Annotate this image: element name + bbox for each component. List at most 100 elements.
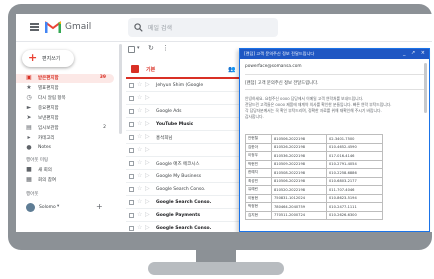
important-icon[interactable]: ▷ (145, 224, 150, 231)
popup-scrollbar[interactable] (424, 63, 427, 113)
important-icon[interactable]: ▷ (145, 120, 150, 127)
select-all-checkbox[interactable] (128, 46, 135, 53)
mail-row[interactable]: ☆ ▷ Google Search Conso. (126, 184, 251, 196)
important-icon[interactable]: ▷ (145, 211, 150, 218)
sidebar-scrollbar[interactable] (119, 44, 122, 134)
list-toolbar: ▾ ↻ ⋮ (128, 44, 248, 56)
mail-row[interactable]: ☆ ▷ Google Search Conso. (126, 223, 251, 232)
refresh-icon[interactable]: ↻ (148, 44, 154, 52)
mail-row[interactable]: ☆ ▷ Google Payments (126, 210, 251, 222)
mail-sender: Jehyun Shim (Google (156, 83, 204, 88)
table-row: 박정현 780464-2040759 010-2477-1111 (245, 202, 383, 212)
important-icon[interactable]: ▷ (145, 94, 150, 101)
row-checkbox[interactable] (129, 122, 134, 127)
mail-row[interactable]: ☆ ▷ (126, 93, 251, 105)
star-icon[interactable]: ☆ (137, 146, 142, 153)
important-icon[interactable]: ▷ (145, 81, 150, 88)
gmail-logo-icon[interactable] (45, 21, 61, 33)
more-vert-icon[interactable]: ⋮ (162, 44, 169, 52)
chevron-down-icon[interactable]: ▾ (137, 45, 140, 51)
star-icon[interactable]: ☆ (137, 185, 142, 192)
star-icon[interactable]: ☆ (137, 120, 142, 127)
star-icon[interactable]: ☆ (137, 159, 142, 166)
sidebar-item-label: 카테고리 (38, 136, 55, 141)
video-icon: ■ (26, 166, 32, 173)
popup-subject: [랜덤] 고객 문의주신 정보 전달드립니다. (245, 81, 319, 86)
mail-row[interactable]: ☆ ▷ Google 애즈 에코시스 (126, 158, 251, 170)
important-icon[interactable]: ▷ (145, 133, 150, 140)
important-icon[interactable]: ▷ (145, 198, 150, 205)
star-icon[interactable]: ☆ (137, 172, 142, 179)
table-cell: 011-707-4046 (326, 185, 383, 195)
star-icon[interactable]: ☆ (137, 211, 142, 218)
search-placeholder: 메일 검색 (148, 25, 172, 32)
row-checkbox[interactable] (129, 148, 134, 153)
sidebar-item-label: 보낸편지함 (38, 116, 59, 121)
star-icon[interactable]: ☆ (137, 198, 142, 205)
search-icon[interactable] (134, 23, 143, 32)
menu-icon[interactable] (30, 23, 39, 31)
email-popup-window[interactable]: [랜덤] 고객 문의주신 정보 전달드립니다 _ ↗ × powerface@s… (239, 48, 430, 232)
important-icon: ► (26, 104, 32, 111)
mail-row[interactable]: ☆ ▷ YouTube Music (126, 119, 251, 131)
chevron-down-icon[interactable]: ▾ (57, 204, 59, 209)
row-checkbox[interactable] (129, 161, 134, 166)
row-checkbox[interactable] (129, 187, 134, 192)
important-icon[interactable]: ▷ (145, 107, 150, 114)
star-icon[interactable]: ☆ (137, 81, 142, 88)
compose-plus-icon: + (28, 51, 38, 64)
row-checkbox[interactable] (129, 135, 134, 140)
add-contact-icon[interactable]: + (96, 202, 103, 211)
star-icon[interactable]: ☆ (137, 224, 142, 231)
mail-row[interactable]: ☆ ▷ Google Search Conso. (126, 197, 251, 209)
sidebar-item-drafts[interactable]: ▤ 임시보관함 2 (16, 124, 114, 133)
sidebar-item-label: 다시 알림 항목 (38, 96, 66, 101)
sidebar-item-starred[interactable]: ★ 별표편지함 (16, 84, 114, 93)
mail-sender: Google Payments (156, 213, 201, 218)
sidebar-item-label: 중요편지함 (38, 106, 59, 111)
important-icon[interactable]: ▷ (145, 185, 150, 192)
sidebar-item-categories[interactable]: ▸ 카테고리 (16, 134, 114, 143)
sidebar-item-sent[interactable]: ➤ 보낸편지함 (16, 114, 114, 123)
mail-sender: YouTube Music (156, 122, 194, 127)
important-icon[interactable]: ▷ (145, 159, 150, 166)
search-input[interactable]: 메일 검색 (128, 18, 278, 37)
row-checkbox[interactable] (129, 96, 134, 101)
row-checkbox[interactable] (129, 226, 134, 231)
mail-row[interactable]: ☆ ▷ 홍석희님 (126, 132, 251, 144)
sidebar-item-snoozed[interactable]: ◷ 다시 알림 항목 (16, 94, 114, 103)
compose-button[interactable]: + 편지쓰기 (22, 50, 74, 67)
gmail-screen: Gmail 메일 검색 + 편지쓰기 ▣ 받은편지함 39 ★ 별표편지함 ◷ (16, 14, 432, 232)
star-icon[interactable]: ☆ (137, 107, 142, 114)
mail-row[interactable]: ☆ ▷ (126, 145, 251, 157)
window-controls-icon[interactable]: _ ↗ × (403, 50, 427, 56)
mail-row[interactable]: ☆ ▷ Google Ads (126, 106, 251, 118)
sidebar-item-important[interactable]: ► 중요편지함 (16, 104, 114, 113)
important-icon[interactable]: ▷ (145, 146, 150, 153)
hangouts-account[interactable]: Solomo ▾ + (26, 202, 111, 214)
sidebar-item-inbox[interactable]: ▣ 받은편지함 39 (16, 74, 114, 83)
popup-titlebar[interactable]: [랜덤] 고객 문의주신 정보 전달드립니다 _ ↗ × (240, 49, 429, 59)
star-icon[interactable]: ☆ (137, 133, 142, 140)
star-icon[interactable]: ☆ (137, 94, 142, 101)
people-icon[interactable]: 👥 (228, 66, 235, 73)
row-checkbox[interactable] (129, 174, 134, 179)
row-checkbox[interactable] (129, 213, 134, 218)
table-cell: 810526-2022198 (271, 142, 327, 152)
tab-primary[interactable]: 기본 (126, 61, 256, 79)
sidebar-item-join-meeting[interactable]: ▦ 회의 참여 (16, 176, 114, 185)
table-cell: 최성민 (245, 176, 272, 186)
table-cell: 김한아 (245, 142, 272, 152)
divider (245, 74, 425, 75)
row-checkbox[interactable] (129, 200, 134, 205)
sidebar-item-notes[interactable]: ● Notes (16, 144, 114, 153)
gmail-topbar: Gmail 메일 검색 (16, 14, 432, 42)
row-checkbox[interactable] (129, 109, 134, 114)
mail-row[interactable]: ☆ ▷ Jehyun Shim (Google (126, 80, 251, 92)
avatar[interactable] (26, 203, 35, 212)
mail-sender: Google 애즈 에코시스 (156, 162, 200, 167)
mail-row[interactable]: ☆ ▷ Google My Business (126, 171, 251, 183)
row-checkbox[interactable] (129, 83, 134, 88)
important-icon[interactable]: ▷ (145, 172, 150, 179)
sidebar-item-new-meeting[interactable]: ■ 새 회의 (16, 166, 114, 175)
